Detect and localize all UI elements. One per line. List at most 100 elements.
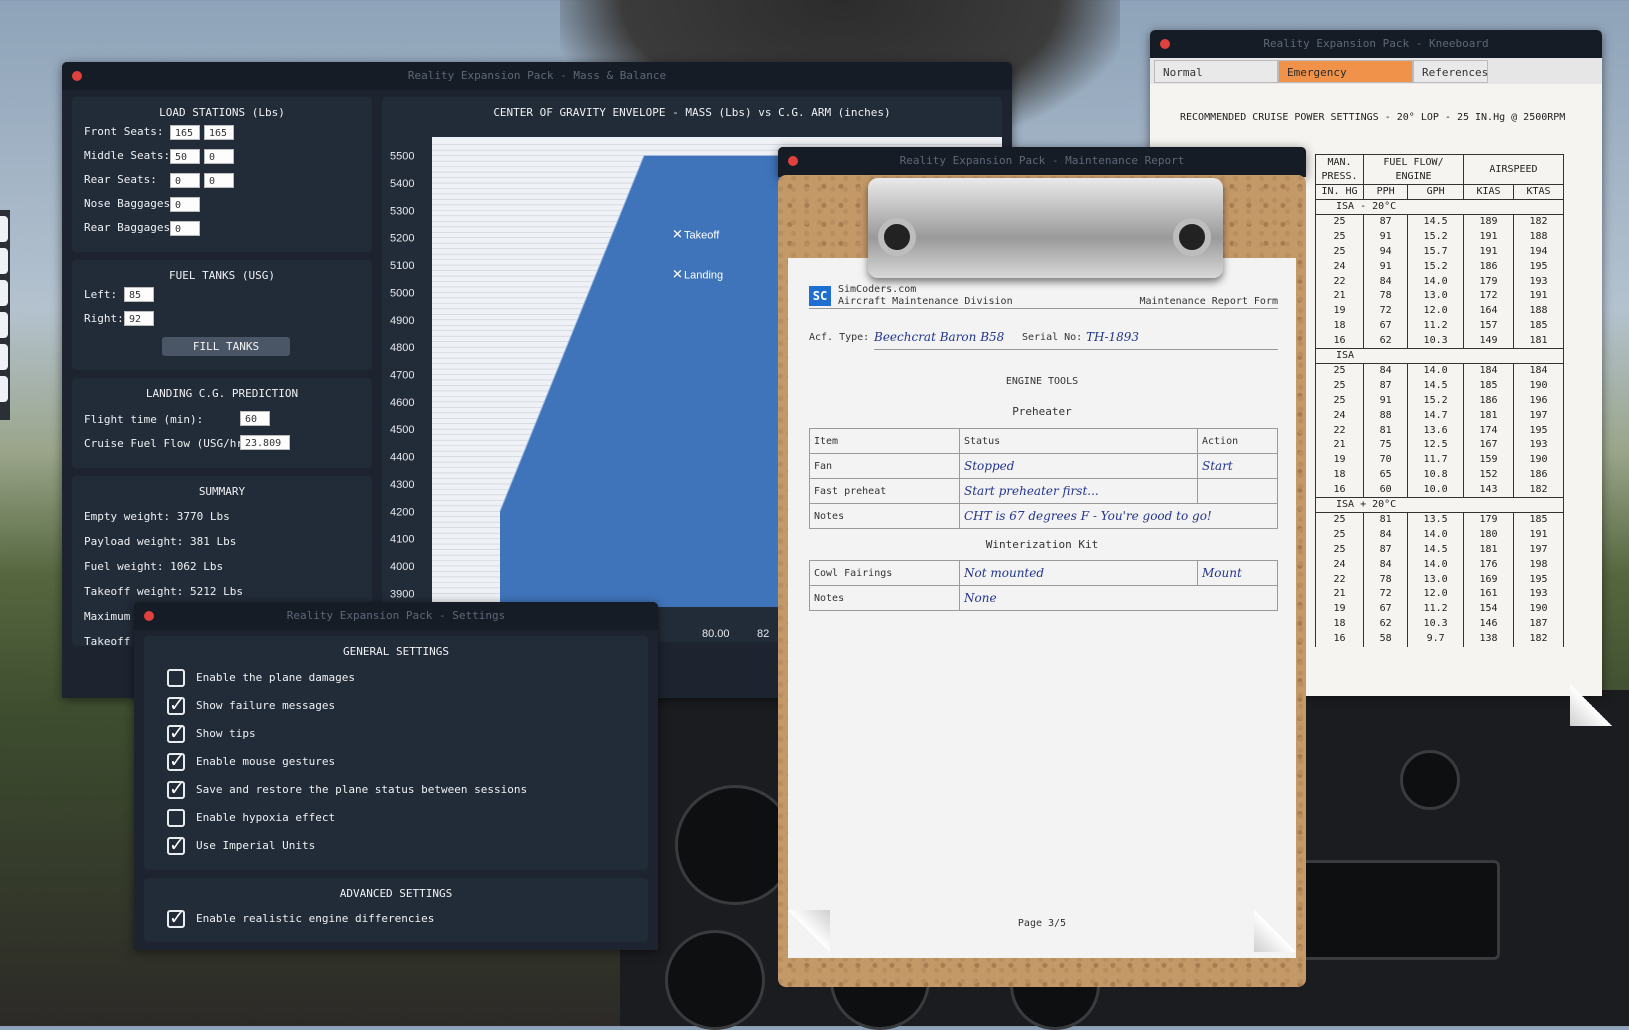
front-seat-2-input[interactable]: 165 [204, 125, 234, 140]
table-cell: 198 [1513, 557, 1564, 573]
table-cell: 67 [1362, 318, 1409, 334]
left-tank-input[interactable]: 85 [124, 287, 154, 302]
fast-preheat-action[interactable] [1197, 478, 1278, 504]
table-cell: 14.5 [1407, 214, 1464, 230]
setting-checkbox[interactable] [167, 834, 185, 856]
table-cell: 25 [1315, 229, 1364, 245]
rear-baggage-input[interactable]: 0 [170, 221, 200, 236]
mount-action[interactable]: Mount [1197, 560, 1278, 586]
table-cell: 25 [1315, 214, 1364, 230]
acf-type-label: Acf. Type: [809, 332, 870, 343]
flight-time-input[interactable]: 60 [240, 411, 270, 426]
table-cell: 191 [1463, 229, 1514, 245]
page-curl[interactable] [1570, 684, 1612, 726]
table-cell: 60 [1362, 482, 1409, 498]
cruise-heading: RECOMMENDED CRUISE POWER SETTINGS - 20° … [1180, 112, 1566, 123]
setting-label: Enable realistic engine differencies [196, 912, 435, 925]
setting-checkbox[interactable] [167, 907, 185, 929]
window-title: Reality Expansion Pack - Settings [286, 609, 506, 622]
page-number: Page 3/5 [1017, 918, 1067, 929]
table-cell: 84 [1362, 557, 1409, 573]
left-toolbar[interactable] [0, 210, 10, 420]
table-cell: 12.0 [1407, 586, 1464, 602]
panel-title: ADVANCED SETTINGS [339, 887, 453, 900]
table-cell: 185 [1513, 318, 1564, 334]
table-cell: 169 [1463, 572, 1514, 587]
table-cell: 14.0 [1407, 557, 1464, 573]
rear-seat-2-input[interactable]: 0 [204, 173, 234, 188]
table-cell: 185 [1513, 512, 1564, 528]
table-cell: 72 [1362, 586, 1409, 602]
table-cell: 22 [1315, 423, 1364, 438]
setting-checkbox[interactable] [167, 669, 185, 687]
table-cell: 18 [1315, 318, 1364, 334]
fan-start-action[interactable]: Start [1197, 453, 1278, 479]
table-cell: 174 [1463, 423, 1514, 438]
table-cell: 12.5 [1407, 437, 1464, 453]
tab-normal-operations[interactable]: Normal Operations [1154, 60, 1278, 102]
fill-tanks-button[interactable]: FILL TANKS [162, 337, 290, 356]
fan-item: Fan [809, 453, 960, 479]
setting-checkbox[interactable] [167, 809, 185, 827]
y-tick-label: 4500 [390, 424, 414, 436]
cg-point-marker: ✕ [672, 227, 683, 242]
front-seat-1-input[interactable]: 165 [170, 125, 200, 140]
middle-seat-2-input[interactable]: 0 [204, 149, 234, 164]
middle-seats-label: Middle Seats: [84, 149, 171, 162]
table-cell: 87 [1362, 214, 1409, 230]
table-cell: 11.2 [1407, 318, 1464, 334]
table-cell: 21 [1315, 437, 1364, 453]
tab-references[interactable]: References [1413, 60, 1488, 83]
next-page-curl[interactable] [1254, 910, 1296, 952]
summary-line: Empty weight: 3770 Lbs [84, 510, 230, 523]
y-tick-label: 5300 [390, 205, 414, 217]
cowl-status: Not mounted [959, 560, 1198, 586]
close-icon[interactable] [144, 611, 154, 621]
table-cell: 191 [1463, 244, 1514, 260]
table-cell: 10.3 [1407, 616, 1464, 632]
close-icon[interactable] [788, 156, 798, 166]
table-cell: 186 [1463, 259, 1514, 275]
maintenance-titlebar[interactable]: Reality Expansion Pack - Maintenance Rep… [778, 147, 1306, 175]
table-cell: 191 [1513, 527, 1564, 543]
prev-page-curl[interactable] [788, 910, 830, 952]
table-cell: 15.2 [1407, 229, 1464, 245]
table-cell: 16 [1315, 333, 1364, 349]
cruise-fuel-flow-input[interactable]: 23.809 [240, 435, 290, 450]
nose-baggage-input[interactable]: 0 [170, 197, 200, 212]
mass-balance-titlebar[interactable]: Reality Expansion Pack - Mass & Balance [62, 62, 1012, 90]
table-cell: 14.5 [1407, 378, 1464, 394]
table-cell: 24 [1315, 557, 1364, 573]
close-icon[interactable] [1160, 39, 1170, 49]
table-cell: 157 [1463, 318, 1514, 334]
middle-seat-1-input[interactable]: 50 [170, 149, 200, 164]
setting-checkbox[interactable] [167, 778, 185, 800]
winter-notes: None [959, 585, 1278, 611]
winter-notes-item: Notes [809, 585, 960, 611]
setting-checkbox[interactable] [167, 694, 185, 716]
table-cell: 188 [1513, 303, 1564, 319]
right-tank-input[interactable]: 92 [124, 311, 154, 326]
table-cell: 11.7 [1407, 452, 1464, 468]
table-cell: 13.6 [1407, 423, 1464, 438]
tab-emergency-procedures[interactable]: Emergency Procedures [1278, 60, 1413, 102]
setting-checkbox[interactable] [167, 750, 185, 772]
table-cell: KIAS [1463, 184, 1514, 200]
nose-baggage-label: Nose Baggages: [84, 197, 177, 210]
table-cell: 25 [1315, 244, 1364, 260]
x-tick-label: 82 [757, 628, 769, 640]
landing-cg-panel: LANDING C.G. PREDICTION Flight time (min… [72, 378, 372, 468]
setting-checkbox[interactable] [167, 722, 185, 744]
kneeboard-titlebar[interactable]: Reality Expansion Pack - Kneeboard [1150, 30, 1602, 58]
table-cell: 11.2 [1407, 601, 1464, 617]
close-icon[interactable] [72, 71, 82, 81]
table-cell: KTAS [1513, 184, 1564, 200]
fuel-tanks-panel: FUEL TANKS (USG) Left: 85 Right: 92 FILL… [72, 260, 372, 370]
table-cell: 193 [1513, 586, 1564, 602]
rear-seat-1-input[interactable]: 0 [170, 173, 200, 188]
settings-titlebar[interactable]: Reality Expansion Pack - Settings [134, 602, 658, 630]
table-cell: 181 [1513, 333, 1564, 349]
table-cell: 16 [1315, 482, 1364, 498]
table-cell: 182 [1513, 631, 1564, 647]
table-header: FUEL FLOW/ ENGINE [1363, 154, 1464, 185]
